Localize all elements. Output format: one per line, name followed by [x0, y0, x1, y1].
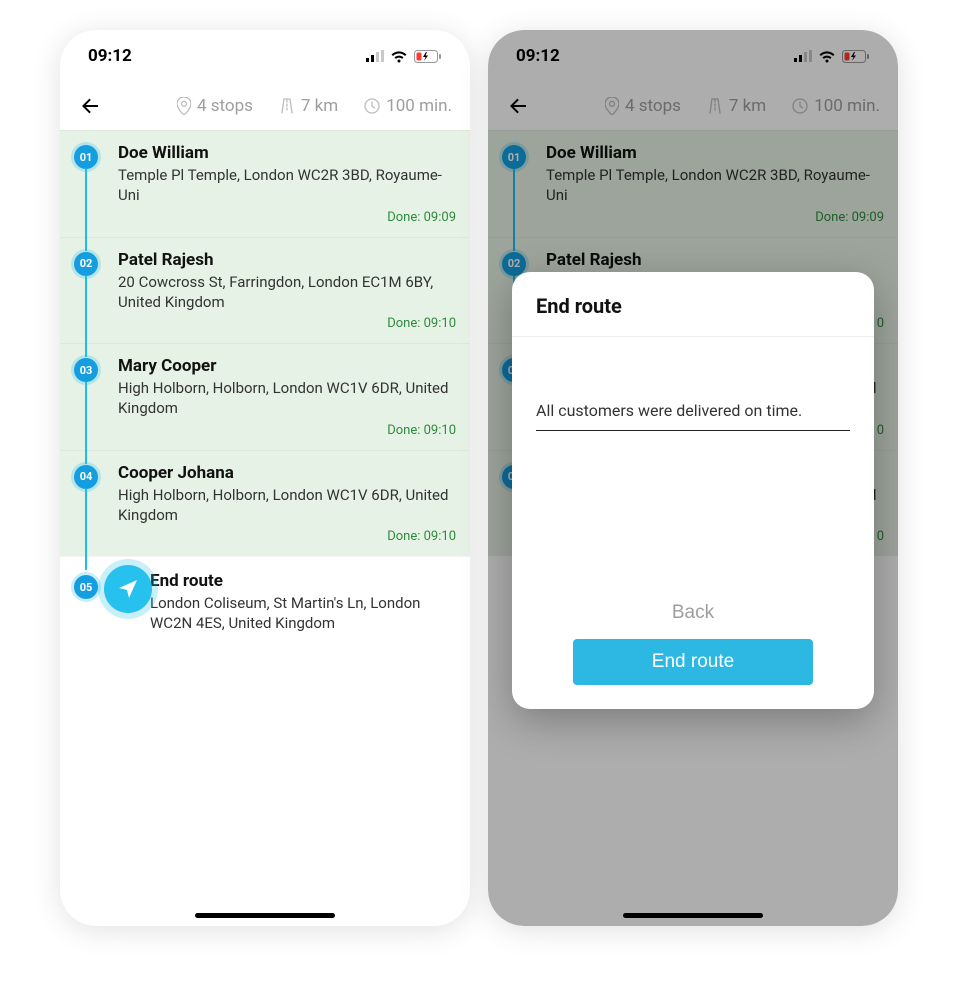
wifi-icon: [390, 50, 408, 63]
done-timestamp: Done: 09:10: [118, 316, 456, 331]
timeline-connector: [85, 276, 87, 358]
stop-item[interactable]: 01 Doe William Temple Pl Temple, London …: [60, 130, 470, 237]
stop-name: Doe William: [118, 143, 456, 163]
done-timestamp: Done: 09:10: [118, 529, 456, 544]
navigate-button[interactable]: [104, 565, 152, 613]
stop-number-badge: 05: [74, 575, 98, 599]
pin-icon: [177, 97, 191, 115]
end-route-item[interactable]: 05 End route London Coliseum, St Martin'…: [60, 556, 470, 654]
route-note-input[interactable]: All customers were delivered on time.: [536, 401, 850, 431]
timeline-connector: [85, 489, 87, 571]
stop-number-badge: 01: [74, 145, 98, 169]
stop-name: Cooper Johana: [118, 463, 456, 483]
phone-route-list: 09:12 4 stops 7 km: [60, 30, 470, 926]
modal-back-button[interactable]: Back: [666, 601, 720, 625]
done-timestamp: Done: 09:10: [118, 423, 456, 438]
clock-icon: [364, 98, 380, 114]
stop-address: High Holborn, Holborn, London WC1V 6DR, …: [118, 378, 456, 419]
stop-address: 20 Cowcross St, Farringdon, London EC1M …: [118, 272, 456, 313]
arrow-left-icon: [78, 94, 102, 118]
stop-name: Patel Rajesh: [118, 250, 456, 270]
modal-confirm-button[interactable]: End route: [573, 639, 813, 685]
signal-icon: [366, 50, 384, 62]
battery-low-icon: [414, 50, 442, 63]
stop-number-badge: 03: [74, 358, 98, 382]
end-route-modal: End route All customers were delivered o…: [512, 272, 874, 709]
status-bar: 09:12: [60, 30, 470, 82]
navigation-arrow-icon: [116, 577, 140, 601]
end-route-title: End route: [150, 571, 456, 591]
end-route-address: London Coliseum, St Martin's Ln, London …: [150, 593, 456, 634]
status-time: 09:12: [88, 46, 132, 66]
status-icons: [366, 50, 442, 63]
stop-item[interactable]: 03 Mary Cooper High Holborn, Holborn, Lo…: [60, 343, 470, 450]
stop-address: High Holborn, Holborn, London WC1V 6DR, …: [118, 485, 456, 526]
stop-item[interactable]: 02 Patel Rajesh 20 Cowcross St, Farringd…: [60, 237, 470, 344]
duration-summary: 100 min.: [364, 96, 452, 116]
home-indicator[interactable]: [195, 913, 335, 918]
timeline-connector: [85, 382, 87, 464]
distance-summary: 7 km: [279, 96, 338, 116]
timeline-connector: [85, 169, 87, 251]
stops-list: 01 Doe William Temple Pl Temple, London …: [60, 130, 470, 654]
done-timestamp: Done: 09:09: [118, 210, 456, 225]
route-header: 4 stops 7 km 100 min.: [60, 82, 470, 130]
stop-item[interactable]: 04 Cooper Johana High Holborn, Holborn, …: [60, 450, 470, 557]
back-button[interactable]: [78, 94, 102, 118]
road-icon: [279, 98, 295, 114]
modal-title: End route: [512, 272, 874, 337]
stop-name: Mary Cooper: [118, 356, 456, 376]
stop-address: Temple Pl Temple, London WC2R 3BD, Royau…: [118, 165, 456, 206]
phone-end-route-modal: 09:12 4 stops 7 km: [488, 30, 898, 926]
stops-summary: 4 stops: [177, 96, 253, 116]
stop-number-badge: 04: [74, 465, 98, 489]
stop-number-badge: 02: [74, 252, 98, 276]
